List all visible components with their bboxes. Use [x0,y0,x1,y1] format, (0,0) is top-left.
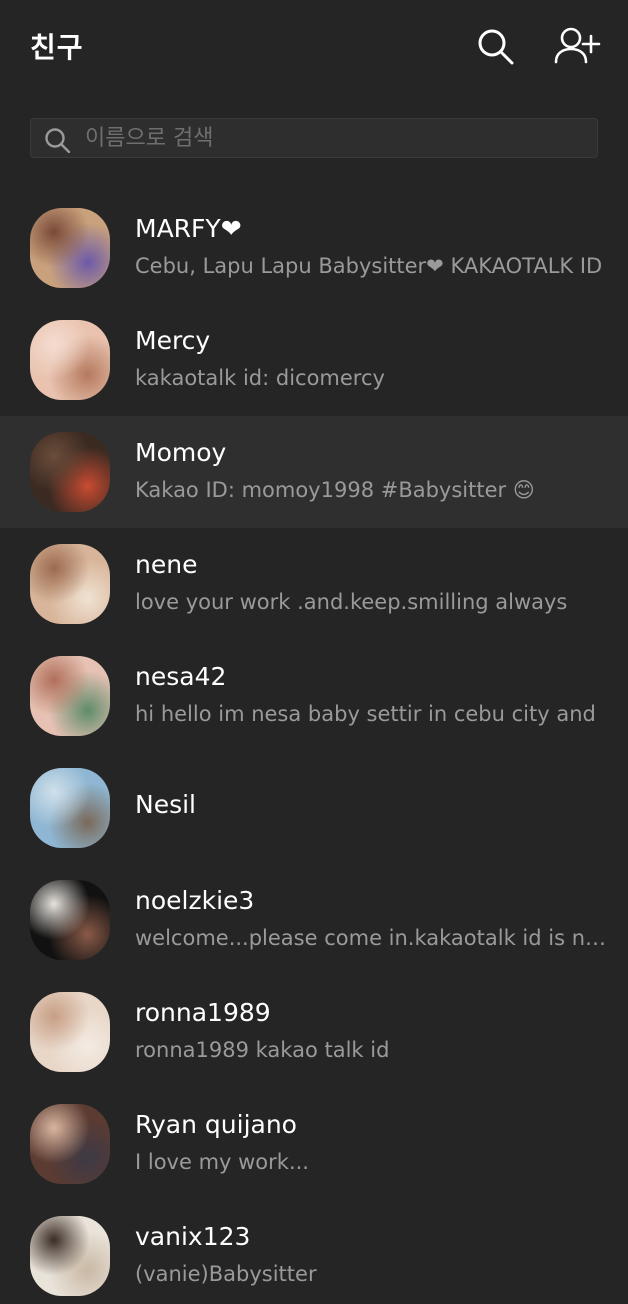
friend-avatar[interactable] [30,656,110,736]
friend-row[interactable]: nene love your work .and.keep.smilling al… [0,528,628,640]
search-button[interactable] [474,26,518,66]
friend-avatar[interactable] [30,432,110,512]
friend-name: vanix123 [135,1222,251,1251]
friend-avatar[interactable] [30,880,110,960]
friend-row[interactable]: Mercy kakaotalk id: dicomercy [0,304,628,416]
friend-name: ronna1989 [135,998,271,1027]
friend-status-message: (vanie)Babysitter [135,1262,317,1286]
friend-status-message: love your work .and.keep.smilling always [135,590,568,614]
friend-row[interactable]: MARFY❤ Cebu, Lapu Lapu Babysitter❤ KAKAOT… [0,192,628,304]
friend-avatar[interactable] [30,544,110,624]
friend-status-message: Kakao ID: momoy1998 #Babysitter 😊 [135,478,535,502]
friend-row[interactable]: ronna1989 ronna1989 kakao talk id [0,976,628,1088]
friend-name: nene [135,550,198,579]
friend-name: Nesil [135,790,196,819]
search-icon [45,128,71,153]
friend-status-message: welcome...please come in.kakaotalk id is… [135,926,607,950]
friend-row[interactable]: Momoy Kakao ID: momoy1998 #Babysitter 😊 [0,416,628,528]
friend-name: Momoy [135,438,227,467]
search-bar[interactable] [30,118,598,158]
friend-status-message: kakaotalk id: dicomercy [135,366,385,390]
friend-row[interactable]: noelzkie3 welcome...please come in.kakaot… [0,864,628,976]
friends-screen: 친구 MARFY❤ Cebu, Lapu Lapu Babysitter❤ KAK… [0,0,628,1304]
friend-status-message: ronna1989 kakao talk id [135,1038,390,1062]
friend-list: MARFY❤ Cebu, Lapu Lapu Babysitter❤ KAKAOT… [0,192,628,1304]
friend-name: Ryan quijano [135,1110,297,1139]
page-title: 친구 [30,31,84,64]
search-icon [478,29,514,65]
friend-row[interactable]: nesa42 hi hello im nesa baby settir in ce… [0,640,628,752]
friend-avatar[interactable] [30,768,110,848]
friend-row[interactable]: Nesil [0,752,628,864]
friend-name: nesa42 [135,662,227,691]
friend-row[interactable]: Ryan quijano I love my work... [0,1088,628,1200]
friend-name: noelzkie3 [135,886,255,915]
friend-status-message: Cebu, Lapu Lapu Babysitter❤ KAKAOTALK ID [135,254,603,278]
friend-avatar[interactable] [30,1216,110,1296]
friend-avatar[interactable] [30,1104,110,1184]
friend-avatar[interactable] [30,992,110,1072]
friend-status-message: hi hello im nesa baby settir in cebu cit… [135,702,596,726]
friend-avatar[interactable] [30,320,110,400]
add-friend-icon [554,27,601,64]
friend-avatar[interactable] [30,208,110,288]
header: 친구 [0,0,628,92]
friend-name: MARFY❤ [135,214,242,243]
friend-status-message: I love my work... [135,1150,309,1174]
friend-row[interactable]: vanix123 (vanie)Babysitter [0,1200,628,1304]
add-friend-button[interactable] [553,26,601,66]
friend-name: Mercy [135,326,211,355]
search-input[interactable] [85,119,585,157]
